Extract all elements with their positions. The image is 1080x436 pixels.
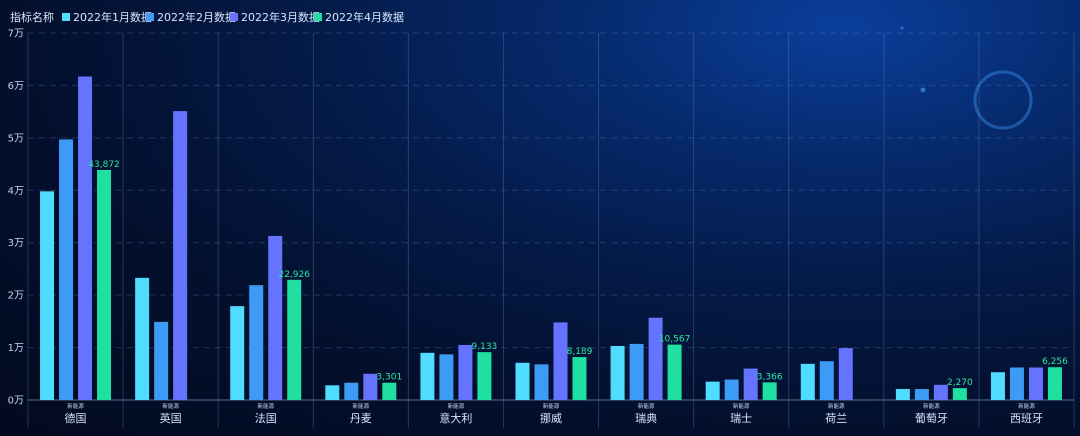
bar[interactable] [173,111,188,401]
data-label: 10,567 [659,335,691,345]
legend-swatch[interactable] [314,13,322,21]
category-label: 英国 [160,411,182,425]
bar[interactable] [363,373,378,400]
bar[interactable] [705,381,720,400]
category-label: 德国 [65,411,87,425]
data-label: 9,133 [472,342,498,352]
category-sublabel: 新能源 [828,402,845,410]
bar[interactable] [420,352,435,400]
category-sublabel: 新能源 [448,402,465,410]
bar[interactable] [1009,367,1024,400]
bar[interactable] [895,388,910,400]
bar[interactable] [553,322,568,400]
y-tick-label: 2万 [8,291,24,302]
y-tick-label: 1万 [8,343,24,354]
legend-swatch[interactable] [146,13,154,21]
data-label: 22,926 [278,270,310,280]
category-sublabel: 新能源 [67,402,84,410]
bar[interactable] [933,384,948,400]
bars-layer: 43,872 22,926 3,301 9,133 8,189 10,567 3,366 2,… [40,76,1068,401]
bar[interactable] [762,382,777,400]
bar[interactable] [325,385,340,400]
category-label: 葡萄牙 [915,412,948,425]
y-tick-label: 7万 [8,29,24,40]
category-label: 瑞典 [635,411,657,425]
category-sublabel: 新能源 [162,402,179,410]
legend-item[interactable]: 2022年4月数据 [325,10,404,24]
bar[interactable] [78,76,93,400]
bar[interactable] [344,382,359,400]
bar[interactable] [97,169,112,400]
category-label: 瑞士 [730,411,752,425]
bar[interactable] [515,362,530,400]
bar[interactable] [952,388,967,400]
bar[interactable] [268,235,283,400]
category-label: 西班牙 [1010,412,1043,425]
bar[interactable] [249,285,264,400]
bar[interactable] [800,363,815,400]
bar[interactable] [1047,367,1062,400]
bar[interactable] [230,306,245,400]
bar[interactable] [135,277,150,400]
category-label: 挪威 [540,411,562,425]
bar[interactable] [914,388,929,400]
bar[interactable] [40,191,55,400]
bar[interactable] [154,321,169,400]
decorative-orb-icon [900,26,1033,130]
data-label: 2,270 [947,378,973,388]
bar[interactable] [629,343,644,400]
y-tick-label: 6万 [8,81,24,92]
bar[interactable] [382,382,397,400]
data-label: 6,256 [1042,357,1068,367]
bar[interactable] [648,317,663,400]
category-label: 法国 [255,411,277,425]
bar[interactable] [990,372,1005,400]
category-sublabel: 新能源 [543,402,560,410]
y-tick-label: 3万 [8,238,24,249]
bar[interactable] [1028,367,1043,400]
data-label: 3,366 [757,372,783,382]
data-label: 8,189 [567,347,593,357]
category-sublabel: 新能源 [353,402,370,410]
category-sublabel: 新能源 [733,402,750,410]
category-sublabel: 新能源 [257,402,274,410]
bar[interactable] [287,279,302,400]
bar[interactable] [667,344,682,400]
legend-title: 指标名称 [10,10,54,24]
bar[interactable] [572,357,587,400]
category-label: 意大利 [439,411,472,425]
bar[interactable] [610,345,625,400]
bar[interactable] [458,344,473,400]
category-sublabel: 新能源 [923,402,940,410]
bar[interactable] [477,352,492,400]
y-tick-label: 5万 [8,133,24,144]
legend-item[interactable]: 2022年2月数据 [157,10,236,24]
bar[interactable] [819,361,834,400]
category-sublabel: 新能源 [638,402,655,410]
bar[interactable] [743,368,758,400]
category-labels: 新能源德国新能源英国新能源法国新能源丹麦新能源意大利新能源挪威新能源瑞典新能源瑞… [65,402,1043,425]
y-tick-label: 4万 [8,186,24,197]
legend[interactable]: 指标名称 2022年1月数据 2022年2月数据 2022年3月数据 2022年4月数据 [10,10,404,24]
bar[interactable] [439,354,454,400]
y-tick-label: 0万 [8,396,24,407]
legend-swatch[interactable] [230,13,238,21]
legend-item[interactable]: 2022年1月数据 [73,10,152,24]
data-label: 3,301 [376,373,402,383]
bar[interactable] [724,379,739,400]
legend-swatch[interactable] [62,13,70,21]
bar[interactable] [59,139,74,400]
category-sublabel: 新能源 [1018,402,1035,410]
category-label: 丹麦 [350,412,372,425]
bar-chart: 0万 1万 2万 3万 4万 5万 6万 7万 43,872 22,926 3,301 9,133 8… [8,10,1075,428]
legend-item[interactable]: 2022年3月数据 [241,10,320,24]
data-label: 43,872 [88,160,120,170]
category-label: 荷兰 [825,412,847,425]
bar[interactable] [534,364,549,400]
bar[interactable] [838,348,853,400]
